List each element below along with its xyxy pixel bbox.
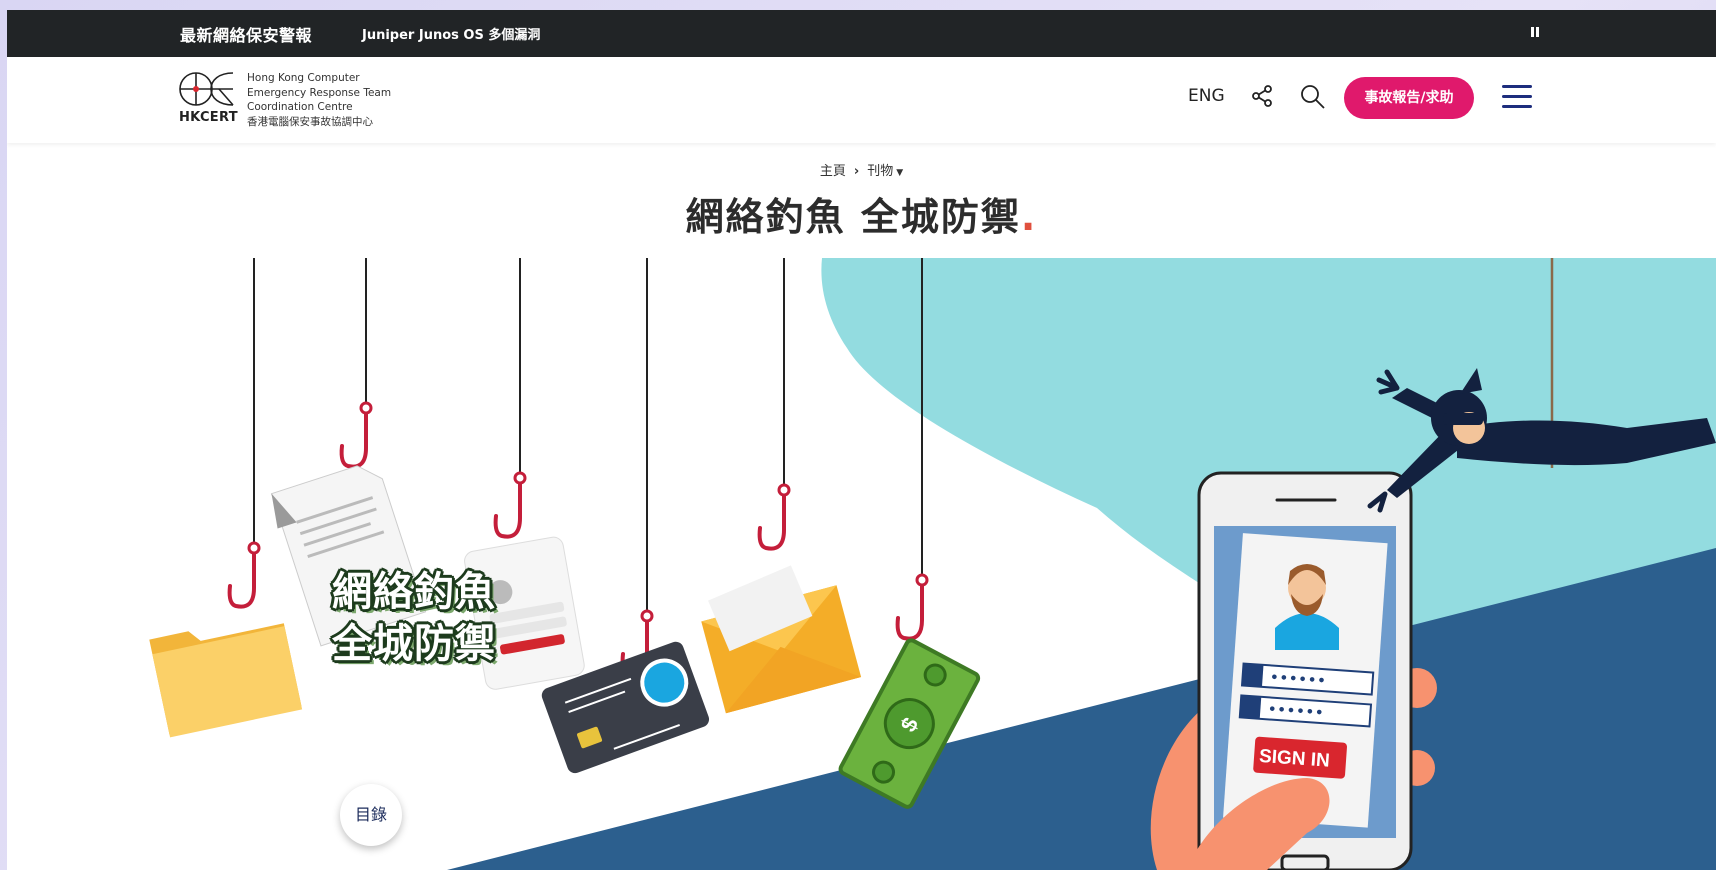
table-of-contents-button[interactable]: 目錄 (340, 784, 402, 846)
hero-illustration-title: 網絡釣魚 全城防禦 (332, 569, 496, 667)
incident-report-button[interactable]: 事故報告/求助 (1344, 77, 1474, 119)
pause-icon (1531, 27, 1534, 37)
alert-bar-title: 最新網絡保安警報 (180, 26, 313, 45)
password-dots-1: •••••• (1269, 667, 1327, 690)
alert-ticker-link[interactable]: Juniper Junos OS 多個漏洞 (362, 24, 540, 43)
password-dots-2: •••••• (1267, 699, 1325, 722)
hkcert-logo[interactable]: HKCERT Hong Kong Computer Emergency Resp… (179, 70, 399, 132)
breadcrumb-current-dropdown[interactable]: 刊物 ▼ (867, 164, 903, 179)
chevron-right-icon: › (853, 164, 860, 179)
caret-down-icon: ▼ (896, 168, 904, 178)
language-switch-link[interactable]: ENG (1188, 86, 1225, 106)
breadcrumb: 主頁 › 刊物 ▼ (7, 160, 1716, 179)
site-header: HKCERT Hong Kong Computer Emergency Resp… (7, 57, 1716, 143)
browser-page: 最新網絡保安警報 Juniper Junos OS 多個漏洞 HKCERT Ho… (7, 10, 1716, 870)
phishing-illustration: $ •••••• •••••• SIGN IN (149, 258, 1716, 870)
search-icon[interactable] (1300, 84, 1326, 110)
security-alert-bar: 最新網絡保安警報 Juniper Junos OS 多個漏洞 (7, 10, 1716, 57)
pause-ticker-button[interactable] (1528, 24, 1542, 40)
page-title: 網絡釣魚 全城防禦. (685, 195, 1038, 239)
hamburger-menu-icon[interactable] (1502, 85, 1532, 109)
breadcrumb-home-link[interactable]: 主頁 (820, 164, 846, 179)
hkcert-logo-mark-icon (179, 72, 234, 106)
hero-illustration: $ •••••• •••••• SIGN IN 網絡釣魚 全城防禦 (7, 258, 1716, 870)
share-icon[interactable] (1250, 84, 1274, 108)
logo-abbreviation: HKCERT (179, 110, 238, 125)
logo-organisation-name: Hong Kong Computer Emergency Response Te… (247, 72, 392, 128)
